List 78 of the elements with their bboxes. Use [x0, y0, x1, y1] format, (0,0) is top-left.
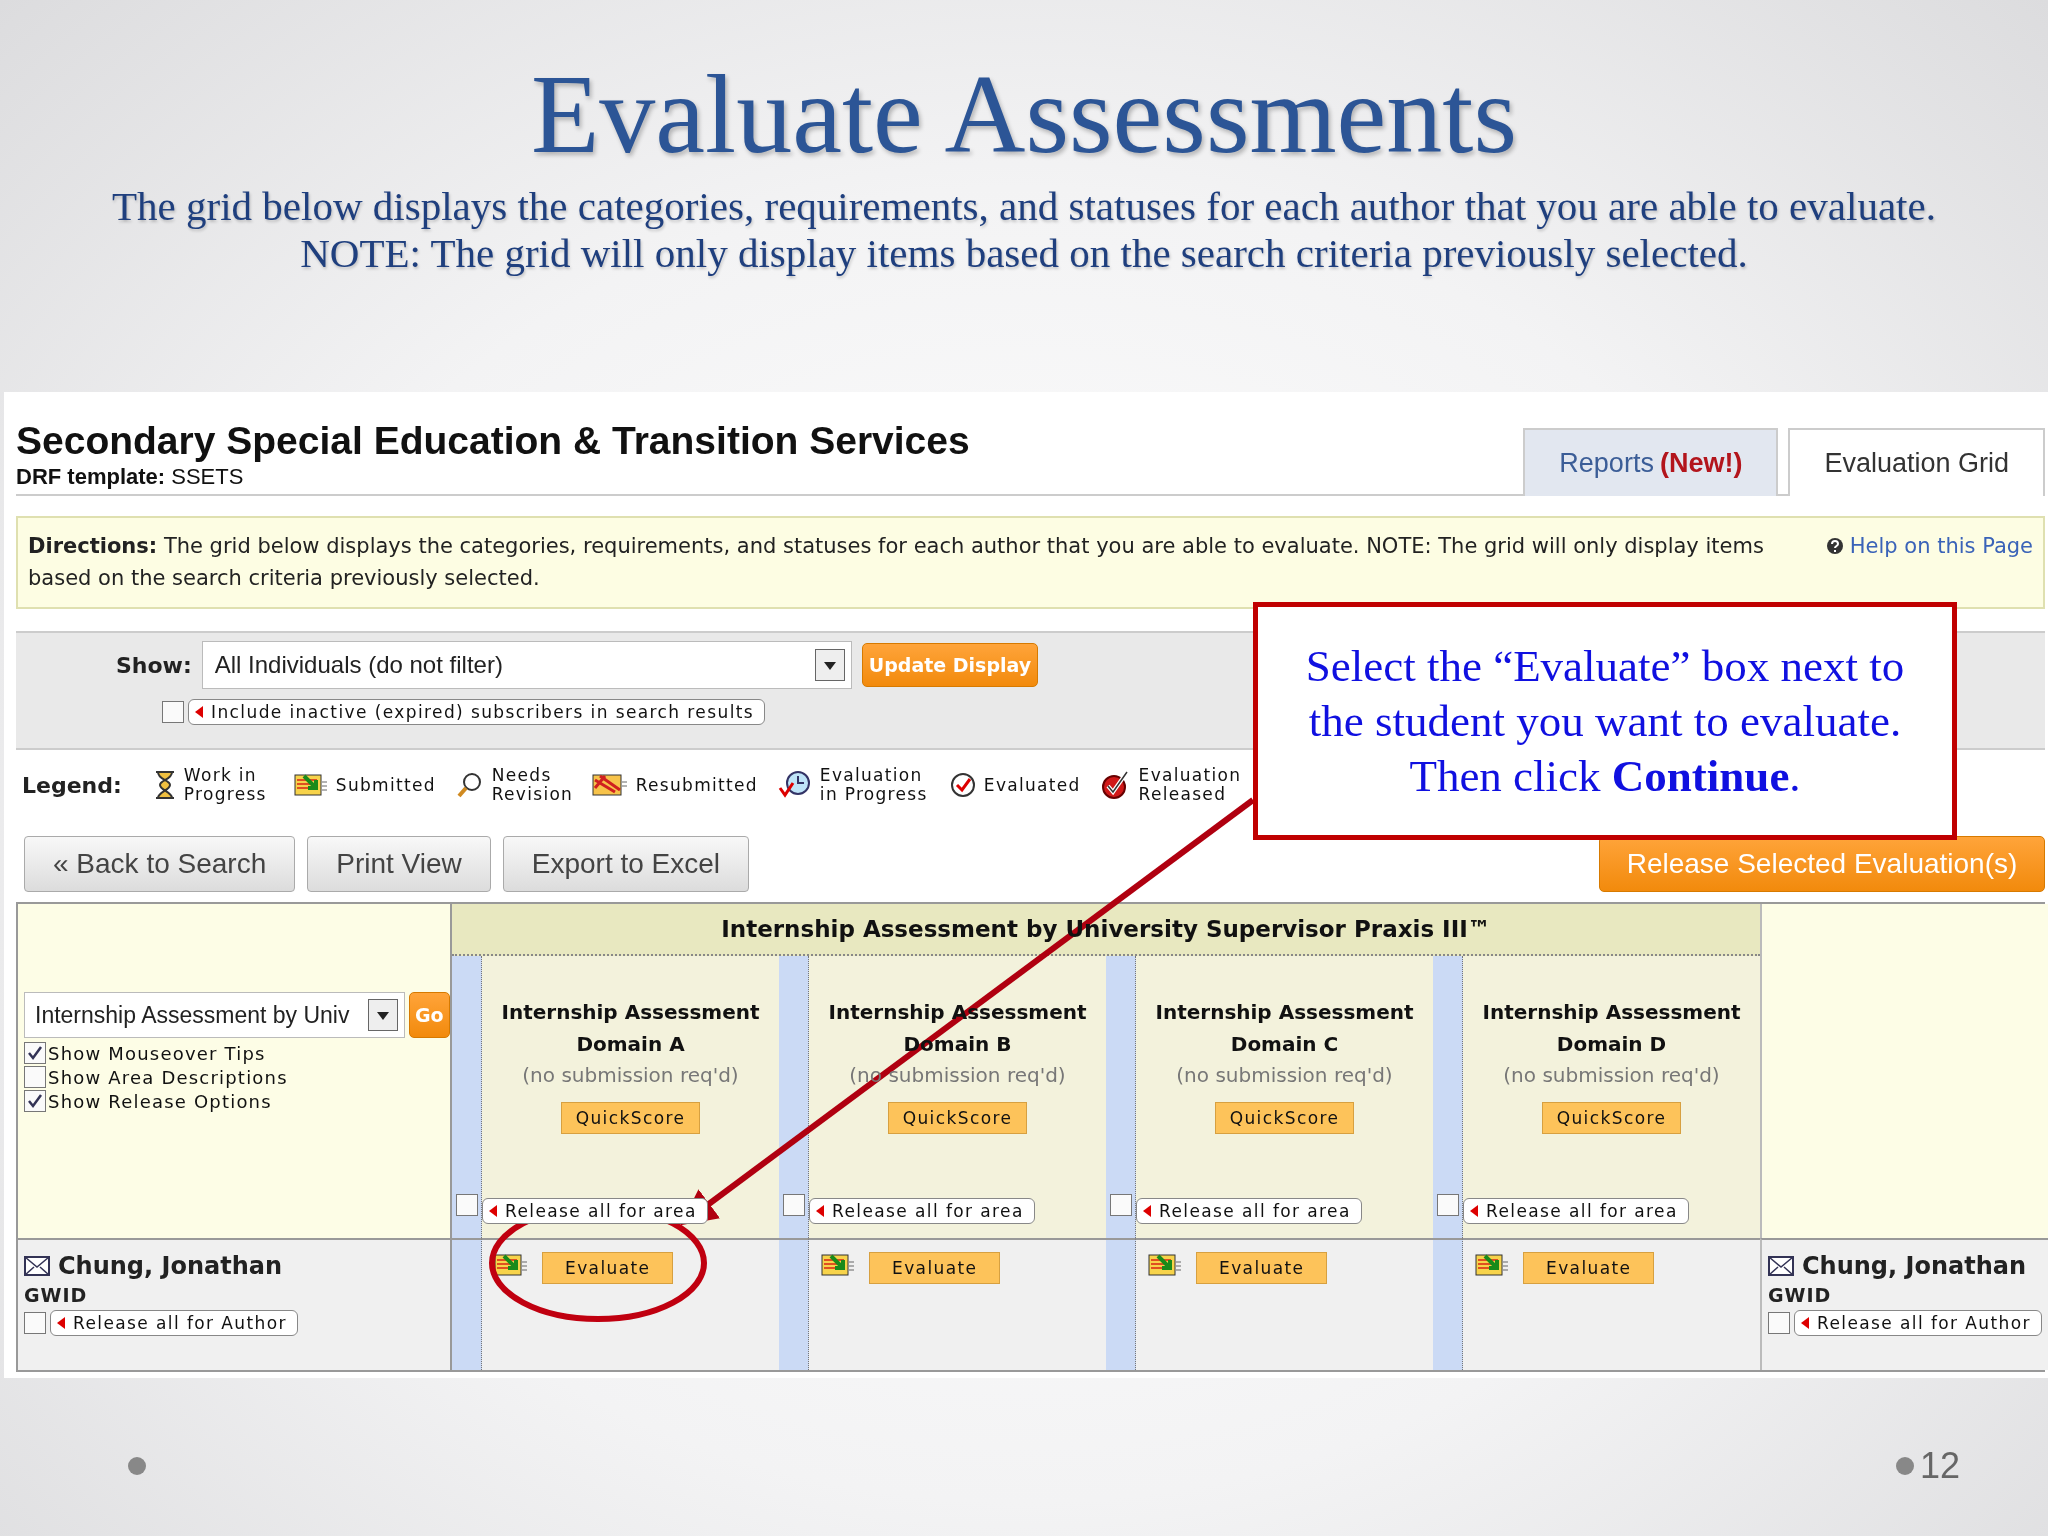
tab[interactable]: Evaluation Grid [1788, 428, 2045, 496]
envelope-icon[interactable] [1768, 1256, 1794, 1276]
bullet-dot [1895, 1457, 1914, 1475]
area-checkbox[interactable] [1436, 1194, 1459, 1216]
legend-text: Evaluation Released [1138, 766, 1239, 804]
quickscore-button[interactable]: QuickScore [1541, 1102, 1682, 1134]
submitted-icon [821, 1252, 855, 1278]
area-subtitle: (no submission req'd) [1176, 1062, 1393, 1089]
evaluate-button[interactable]: Evaluate [542, 1252, 674, 1284]
quickscore-button[interactable]: QuickScore [1214, 1102, 1355, 1134]
toolbar-button[interactable]: « Back to Search [24, 836, 296, 892]
quickscore-button[interactable]: QuickScore [887, 1102, 1028, 1134]
author-name[interactable]: Chung, Jonathan [1802, 1252, 2027, 1280]
release-tag: Release all for area [809, 1198, 1035, 1224]
release-tag: Release all for area [482, 1198, 708, 1224]
release-tag: Release all for Author [50, 1310, 298, 1336]
legend-text: Work in Progress [183, 766, 268, 804]
area-subtitle: (no submission req'd) [849, 1062, 1066, 1089]
option-label: Show Mouseover Tips [48, 1042, 266, 1064]
option-checkbox[interactable] [24, 1042, 46, 1064]
option-label: Show Release Options [48, 1090, 272, 1112]
envelope-icon[interactable] [24, 1256, 50, 1276]
evaluate-button[interactable]: Evaluate [869, 1252, 1001, 1284]
release-tag: Release all for area [1136, 1198, 1362, 1224]
show-label: Show: [116, 652, 192, 678]
area-subtitle: (no submission req'd) [1503, 1062, 1720, 1089]
area-checkbox[interactable] [1109, 1194, 1132, 1216]
magnifier-icon [455, 771, 484, 799]
check-circle-icon [949, 772, 976, 798]
legend-label: Legend: [22, 772, 122, 798]
legend-text: Needs Revision [491, 766, 572, 804]
area-select[interactable]: Internship Assessment by Univ [24, 992, 405, 1038]
evaluate-button[interactable]: Evaluate [1523, 1252, 1655, 1284]
area-title: Internship Assessment Domain D [1481, 999, 1742, 1058]
release-tag: Release all for Author [1794, 1310, 2042, 1336]
resubmitted-icon [591, 772, 628, 798]
template-line: DRF template: SSETS [16, 464, 245, 491]
slide-title: Evaluate Assessments [530, 52, 1518, 177]
check-badge-icon [1100, 770, 1131, 800]
submitted-icon [1148, 1252, 1182, 1278]
submitted-icon [293, 772, 328, 798]
option-label: Show Area Descriptions [48, 1066, 288, 1088]
release-tag: Release all for area [1463, 1198, 1689, 1224]
author-id-label: GWID [1768, 1284, 1833, 1306]
page-number: 12 [1919, 1445, 1960, 1487]
author-name[interactable]: Chung, Jonathan [58, 1252, 283, 1280]
quickscore-button[interactable]: QuickScore [560, 1102, 701, 1134]
release-checkbox[interactable] [24, 1312, 46, 1334]
author-id-label: GWID [24, 1284, 89, 1306]
clock-icon [777, 770, 812, 800]
callout-box: Select the “Evaluate” box next to the student you want to evaluate. Then click Continue. [1253, 602, 1957, 840]
toolbar-button[interactable]: Export to Excel [502, 836, 750, 892]
hourglass-icon [153, 770, 176, 800]
area-checkbox[interactable] [455, 1194, 478, 1216]
evaluate-button[interactable]: Evaluate [1196, 1252, 1328, 1284]
legend-text: Submitted [335, 775, 436, 795]
show-select[interactable]: All Individuals (do not filter) [201, 641, 852, 689]
option-checkbox[interactable] [24, 1066, 46, 1088]
legend-text: Evaluation in Progress [819, 766, 929, 804]
page-heading: Secondary Special Education & Transition Services [16, 418, 970, 464]
area-checkbox[interactable] [782, 1194, 805, 1216]
directions-text: Directions: The grid below displays the categories, requirements, and statuses for each author that you are able to evaluate. NOTE: The grid will only display items based on the search criteria previously selected. [28, 533, 1765, 592]
slide-subtitle: The grid below displays the categories, requirements, and statuses for each author that you are able to evaluate. NOTE: The grid will only display items based on the search criteria previously selected. [111, 183, 1937, 277]
release-checkbox[interactable] [1768, 1312, 1790, 1334]
help-icon [1825, 537, 1844, 555]
bullet-dot [128, 1457, 146, 1475]
tab[interactable]: Reports (New!) [1523, 428, 1779, 496]
area-subtitle: (no submission req'd) [522, 1062, 739, 1089]
area-title: Internship Assessment Domain C [1154, 999, 1415, 1058]
inactive-option-label: Include inactive (expired) subscribers in search results [188, 699, 766, 725]
option-checkbox[interactable] [24, 1090, 46, 1112]
toolbar-button[interactable]: Print View [307, 836, 491, 892]
legend-text: Resubmitted [635, 775, 758, 795]
help-link[interactable]: Help on this Page [1825, 530, 2033, 597]
submitted-icon [1475, 1252, 1509, 1278]
legend-text: Evaluated [983, 775, 1081, 795]
submitted-icon [494, 1252, 528, 1278]
area-title: Internship Assessment Domain A [500, 999, 761, 1058]
